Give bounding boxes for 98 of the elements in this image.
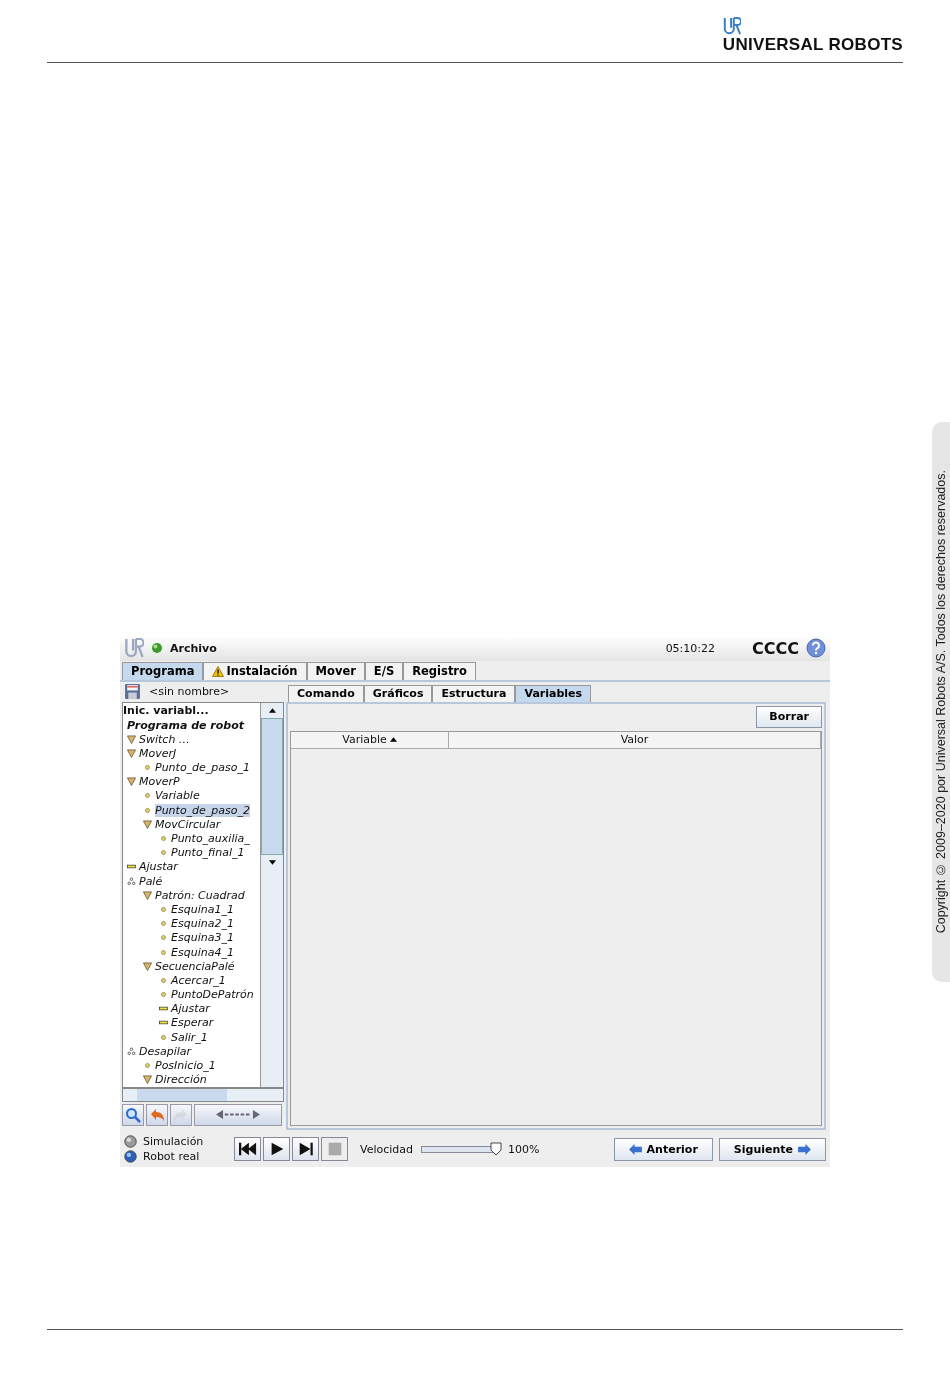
tree-item[interactable]: Switch … (123, 732, 260, 747)
tree-item[interactable]: Punto_de_paso_1 (123, 760, 260, 775)
bar-icon (159, 1004, 168, 1014)
tree-item[interactable]: Variable (123, 788, 260, 804)
search-button[interactable] (122, 1103, 144, 1126)
tree-item[interactable]: PuntoDePatrón (123, 987, 260, 1002)
tree-item[interactable]: PosInicio_1 (123, 1058, 260, 1073)
dot-icon (143, 791, 152, 801)
dot-icon (159, 834, 168, 844)
arrow-right-icon (798, 1143, 811, 1155)
mode-option[interactable]: Simulación (124, 1135, 226, 1149)
double-arrow-icon (216, 1109, 260, 1121)
triangle-icon (143, 1075, 152, 1085)
logo-icon (124, 637, 144, 659)
tree-item[interactable]: SecuenciaPalé (123, 959, 260, 974)
redo-icon (173, 1106, 189, 1123)
main-tab[interactable]: Mover (306, 661, 365, 680)
dot-icon (159, 848, 168, 858)
main-tab[interactable]: Registro (403, 661, 476, 680)
bar-icon (127, 862, 136, 872)
view-tab[interactable]: Variables (515, 684, 592, 702)
slider-thumb[interactable] (490, 1141, 503, 1156)
tree-item[interactable]: MovCircular (123, 817, 260, 832)
step-button[interactable] (292, 1137, 319, 1162)
radio-icon (124, 1135, 137, 1149)
help-icon[interactable] (806, 638, 826, 659)
speed-reading: 100% (508, 1142, 540, 1156)
tree-item[interactable]: Esperar (123, 1015, 260, 1031)
dot-icon (143, 805, 152, 815)
previous-button[interactable]: Anterior (613, 1137, 713, 1161)
dot-icon (159, 990, 168, 1000)
up-arrow-icon[interactable] (268, 707, 276, 713)
dot-icon (159, 975, 168, 985)
triangle-icon (143, 961, 152, 971)
main-tab[interactable]: E/S (364, 661, 404, 680)
down-arrow-icon[interactable] (268, 859, 276, 865)
tree-item[interactable]: Palé (123, 874, 260, 889)
tree-item[interactable]: Esquina4_1 (123, 944, 260, 960)
tree-item[interactable]: Acercar_1 (123, 973, 260, 988)
warning-icon (212, 665, 225, 677)
dot-icon (159, 919, 168, 929)
dot-icon (143, 1061, 152, 1071)
search-icon (125, 1106, 141, 1123)
triangle-icon (143, 819, 152, 829)
tree-item[interactable]: Esquina2_1 (123, 916, 260, 931)
column-header[interactable]: Variable (291, 731, 449, 748)
save-icon[interactable] (124, 683, 141, 701)
main-tab[interactable]: Instalación (203, 661, 307, 680)
move-button[interactable] (194, 1103, 282, 1126)
next-button[interactable]: Siguiente (718, 1137, 826, 1161)
tree-item[interactable]: Inic. variabl... (123, 703, 260, 718)
file-menu[interactable]: Archivo (170, 641, 217, 655)
view-tab[interactable]: Estructura (432, 684, 516, 702)
dots-icon (127, 876, 136, 886)
clock-time: 05:10:22 (665, 641, 716, 655)
vertical-scrollbar[interactable] (260, 702, 283, 1087)
bar-icon (159, 1018, 168, 1028)
speed-label: Velocidad (360, 1142, 414, 1156)
triangle-icon (127, 777, 136, 787)
triangle-icon (143, 890, 152, 900)
logo-text: UNIVERSAL ROBOTS (722, 35, 903, 55)
tree-item[interactable]: Ajustar (123, 859, 260, 874)
tree-item[interactable]: Salir_1 (123, 1030, 260, 1045)
copyright-text: Copyright © 2009–2020 por Universal Robots A/S. Todos los derechos reservados. (934, 470, 948, 934)
robot-name: CCCC (752, 638, 799, 658)
dot-icon (159, 904, 168, 914)
rewind-icon (238, 1142, 257, 1157)
tree-item[interactable]: Programa de robot (123, 717, 260, 733)
tree-item[interactable]: MoverP (123, 774, 260, 789)
dot-icon (159, 1032, 168, 1042)
undo-button[interactable] (146, 1103, 168, 1126)
view-tab[interactable]: Gráficos (363, 684, 433, 702)
tree-item[interactable]: Punto_auxilia_ (123, 831, 260, 846)
radio-icon (124, 1150, 137, 1164)
logo-icon (722, 17, 741, 35)
clear-button[interactable]: Borrar (756, 705, 822, 728)
status-dot-icon (151, 642, 163, 655)
mode-option[interactable]: Robot real (124, 1150, 226, 1164)
tree-item[interactable]: Ajustar (123, 1001, 260, 1016)
tree-item[interactable]: Punto_final_1 (123, 845, 260, 860)
dot-icon (159, 947, 168, 957)
tree-item[interactable]: Esquina1_1 (123, 902, 260, 917)
tree-item[interactable]: Patrón: Cuadrad (123, 888, 260, 903)
tree-item[interactable]: MoverJ (123, 746, 260, 761)
tree-item[interactable]: Dirección (123, 1072, 260, 1087)
tree-item[interactable]: Esquina3_1 (123, 930, 260, 945)
dot-icon (159, 933, 168, 943)
dot-icon (143, 763, 152, 773)
main-tab[interactable]: Programa (122, 661, 204, 680)
dots-icon (127, 1046, 136, 1056)
tree-item[interactable]: Desapilar (123, 1044, 260, 1059)
arrow-left-icon (628, 1143, 642, 1155)
column-header[interactable]: Valor (449, 731, 821, 748)
view-tab[interactable]: Comando (288, 684, 364, 702)
rewind-button[interactable] (234, 1137, 261, 1162)
file-name: <sin nombre> (149, 685, 230, 699)
play-button[interactable] (263, 1137, 290, 1162)
sort-arrow-icon (389, 737, 397, 743)
